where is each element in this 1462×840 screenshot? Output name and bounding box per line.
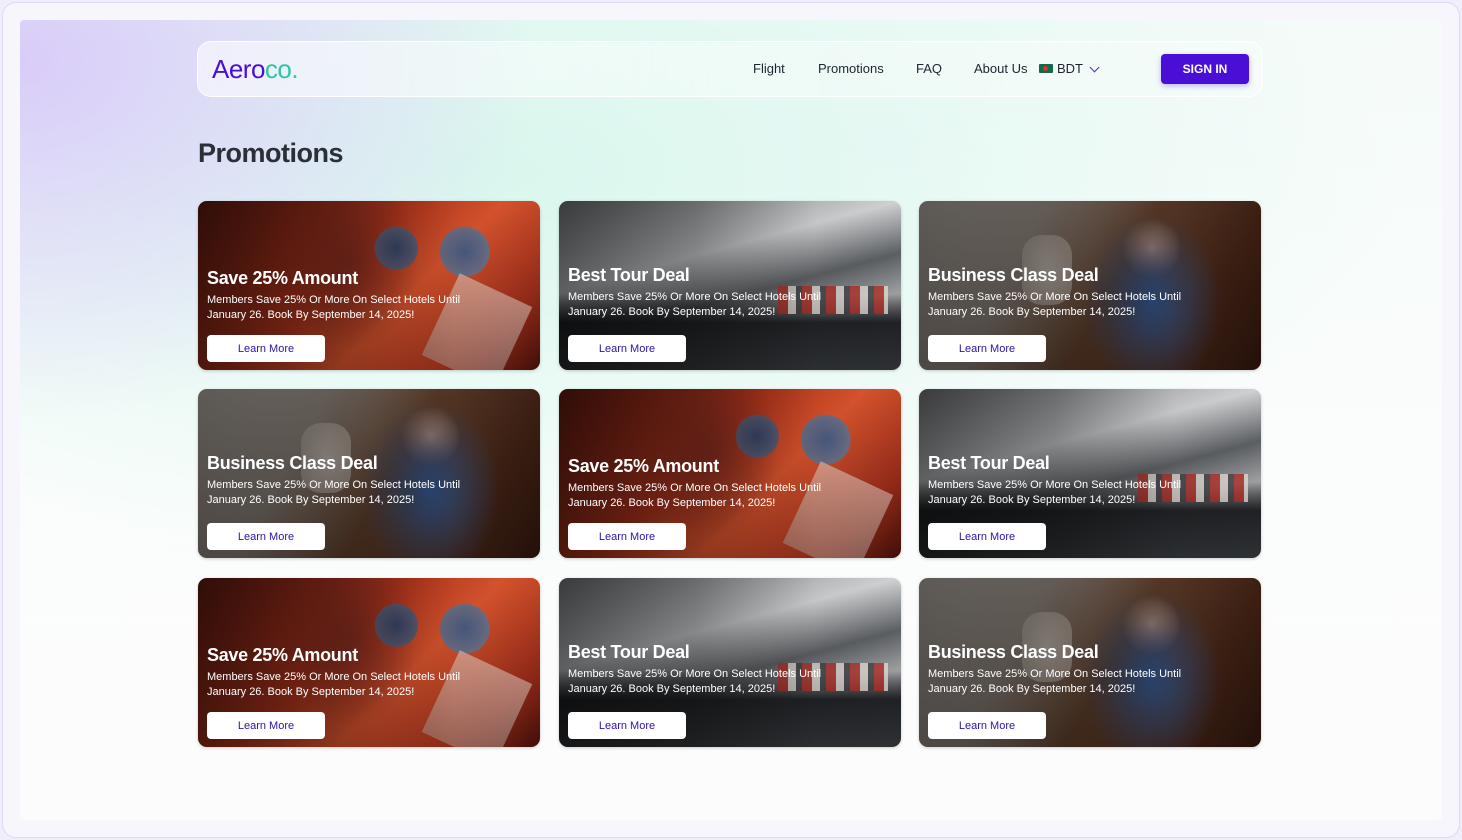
learn-more-button[interactable]: Learn More	[928, 335, 1046, 362]
card-title: Save 25% Amount	[207, 268, 358, 288]
learn-more-button[interactable]: Learn More	[568, 335, 686, 362]
card-title: Best Tour Deal	[568, 642, 690, 662]
card-body: Best Tour Deal Members Save 25% Or More O…	[568, 265, 892, 320]
card-body: Business Class Deal Members Save 25% Or M…	[928, 265, 1252, 320]
card-description: Members Save 25% Or More On Select Hotel…	[207, 671, 461, 698]
card-description: Members Save 25% Or More On Select Hotel…	[207, 294, 461, 321]
card-title: Best Tour Deal	[928, 453, 1050, 473]
learn-more-button[interactable]: Learn More	[207, 523, 325, 550]
promo-card[interactable]: Best Tour Deal Members Save 25% Or More O…	[559, 578, 901, 747]
card-description: Members Save 25% Or More On Select Hotel…	[928, 479, 1182, 506]
promo-card[interactable]: Save 25% Amount Members Save 25% Or More …	[198, 578, 540, 747]
sign-in-button[interactable]: SIGN IN	[1161, 54, 1249, 84]
bangladesh-flag-icon	[1039, 64, 1053, 73]
card-title: Business Class Deal	[928, 642, 1099, 662]
card-body: Best Tour Deal Members Save 25% Or More O…	[568, 642, 892, 697]
promo-card[interactable]: Save 25% Amount Members Save 25% Or More …	[198, 201, 540, 370]
learn-more-button[interactable]: Learn More	[928, 523, 1046, 550]
card-body: Save 25% Amount Members Save 25% Or More …	[568, 456, 892, 511]
promo-card[interactable]: Business Class Deal Members Save 25% Or M…	[919, 578, 1261, 747]
learn-more-button[interactable]: Learn More	[568, 523, 686, 550]
promo-card[interactable]: Best Tour Deal Members Save 25% Or More O…	[559, 201, 901, 370]
card-description: Members Save 25% Or More On Select Hotel…	[928, 291, 1182, 318]
card-title: Business Class Deal	[207, 453, 378, 473]
nav-link-about-us[interactable]: About Us	[974, 61, 1027, 76]
nav-link-faq[interactable]: FAQ	[916, 61, 942, 76]
currency-selector[interactable]: BDT	[1039, 61, 1100, 76]
card-title: Save 25% Amount	[207, 645, 358, 665]
page-title: Promotions	[198, 138, 344, 168]
card-body: Business Class Deal Members Save 25% Or M…	[928, 642, 1252, 697]
chevron-down-icon	[1089, 62, 1100, 72]
learn-more-button[interactable]: Learn More	[928, 712, 1046, 739]
card-title: Best Tour Deal	[568, 265, 690, 285]
card-title: Business Class Deal	[928, 265, 1099, 285]
card-description: Members Save 25% Or More On Select Hotel…	[928, 668, 1182, 695]
promo-card[interactable]: Save 25% Amount Members Save 25% Or More …	[559, 389, 901, 558]
promo-card[interactable]: Business Class Deal Members Save 25% Or M…	[919, 201, 1261, 370]
learn-more-button[interactable]: Learn More	[207, 335, 325, 362]
currency-label: BDT	[1057, 61, 1083, 76]
learn-more-button[interactable]: Learn More	[568, 712, 686, 739]
nav-links: Flight Promotions FAQ About Us	[198, 42, 1262, 96]
promo-card[interactable]: Best Tour Deal Members Save 25% Or More O…	[919, 389, 1261, 558]
card-body: Save 25% Amount Members Save 25% Or More …	[207, 645, 531, 700]
card-description: Members Save 25% Or More On Select Hotel…	[207, 479, 461, 506]
nav-link-promotions[interactable]: Promotions	[818, 61, 884, 76]
card-body: Business Class Deal Members Save 25% Or M…	[207, 453, 531, 508]
nav-link-flight[interactable]: Flight	[753, 61, 785, 76]
card-description: Members Save 25% Or More On Select Hotel…	[568, 668, 822, 695]
top-navbar: Aero co. Flight Promotions FAQ About Us B…	[197, 41, 1263, 97]
card-description: Members Save 25% Or More On Select Hotel…	[568, 482, 822, 509]
page: Aero co. Flight Promotions FAQ About Us B…	[20, 20, 1442, 820]
card-body: Best Tour Deal Members Save 25% Or More O…	[928, 453, 1252, 508]
card-title: Save 25% Amount	[568, 456, 719, 476]
card-description: Members Save 25% Or More On Select Hotel…	[568, 291, 822, 318]
promo-card[interactable]: Business Class Deal Members Save 25% Or M…	[198, 389, 540, 558]
promotions-grid: Save 25% Amount Members Save 25% Or More …	[198, 201, 1262, 749]
learn-more-button[interactable]: Learn More	[207, 712, 325, 739]
card-body: Save 25% Amount Members Save 25% Or More …	[207, 268, 531, 323]
